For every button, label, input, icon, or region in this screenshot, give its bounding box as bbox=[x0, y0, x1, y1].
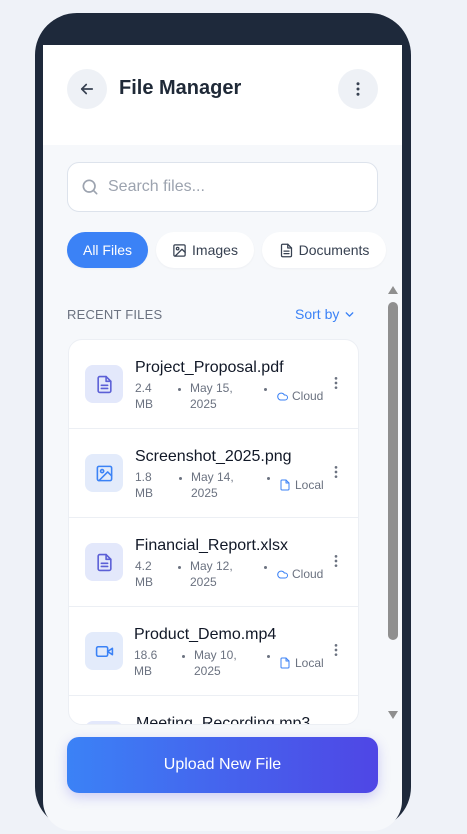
file-source: Local bbox=[279, 655, 324, 671]
file-row[interactable]: Meeting_Recording.mp3 bbox=[69, 696, 358, 725]
file-row[interactable]: Screenshot_2025.png 1.8 MB May 14, 2025 … bbox=[69, 429, 358, 518]
file-size: 18.6 MB bbox=[134, 648, 158, 678]
upload-new-file-button[interactable]: Upload New File bbox=[67, 737, 378, 793]
source-label: Cloud bbox=[292, 389, 324, 403]
separator-dot bbox=[264, 566, 267, 569]
phone-frame: File Manager Search files... All Files I… bbox=[35, 13, 411, 831]
search-input[interactable]: Search files... bbox=[67, 162, 378, 212]
file-type-badge bbox=[85, 721, 123, 724]
scrollbar-thumb[interactable] bbox=[388, 302, 398, 640]
separator-dot bbox=[267, 477, 270, 480]
file-name: Meeting_Recording.mp3 bbox=[136, 715, 311, 725]
file-size: 2.4 MB bbox=[135, 381, 153, 411]
filter-all-files[interactable]: All Files bbox=[67, 232, 148, 268]
video-icon bbox=[95, 645, 113, 657]
upload-label: Upload New File bbox=[163, 756, 282, 773]
filter-documents[interactable]: Documents bbox=[262, 232, 386, 268]
scrollbar[interactable] bbox=[387, 285, 401, 725]
document-icon bbox=[280, 243, 292, 257]
page-title: File Manager bbox=[119, 77, 242, 99]
file-icon bbox=[280, 479, 290, 491]
search-icon bbox=[82, 179, 98, 195]
more-vertical-icon bbox=[356, 82, 360, 96]
file-row[interactable]: Product_Demo.mp4 18.6 MB May 10, 2025 Lo… bbox=[69, 607, 358, 696]
file-name: Project_Proposal.pdf bbox=[135, 359, 284, 376]
more-vertical-icon[interactable] bbox=[328, 552, 344, 570]
document-icon bbox=[96, 553, 112, 571]
app-screen: File Manager Search files... All Files I… bbox=[43, 45, 402, 831]
filter-label: Images bbox=[192, 242, 238, 258]
file-row[interactable]: Project_Proposal.pdf 2.4 MB May 15, 2025… bbox=[69, 340, 358, 429]
cloud-icon bbox=[277, 570, 288, 579]
more-vertical-icon[interactable] bbox=[328, 463, 344, 481]
separator-dot bbox=[178, 388, 181, 391]
file-date: May 10, 2025 bbox=[194, 648, 237, 678]
file-date: May 12, 2025 bbox=[190, 559, 233, 589]
chevron-down-icon bbox=[345, 311, 354, 317]
separator-dot bbox=[179, 477, 182, 480]
file-source: Cloud bbox=[276, 388, 323, 404]
sort-by-button[interactable]: Sort by bbox=[295, 306, 356, 322]
filter-label: All Files bbox=[82, 242, 132, 258]
more-vertical-icon[interactable] bbox=[328, 641, 344, 659]
file-source: Cloud bbox=[276, 566, 323, 582]
scroll-up-arrow-icon[interactable] bbox=[387, 285, 399, 295]
source-label: Cloud bbox=[292, 567, 324, 581]
file-type-badge bbox=[85, 543, 123, 581]
arrow-left-icon bbox=[80, 83, 94, 95]
filter-images[interactable]: Images bbox=[156, 232, 254, 268]
file-size: 1.8 MB bbox=[135, 470, 153, 500]
separator-dot bbox=[182, 655, 185, 658]
source-label: Local bbox=[295, 656, 324, 670]
more-vertical-icon[interactable] bbox=[328, 374, 344, 392]
file-name: Financial_Report.xlsx bbox=[135, 537, 288, 554]
search-placeholder: Search files... bbox=[108, 178, 205, 195]
document-icon bbox=[96, 375, 112, 393]
file-row[interactable]: Financial_Report.xlsx 4.2 MB May 12, 202… bbox=[69, 518, 358, 607]
filter-label: Documents bbox=[298, 242, 370, 258]
cloud-icon bbox=[277, 392, 288, 401]
source-label: Local bbox=[295, 478, 324, 492]
more-options-button[interactable] bbox=[338, 69, 378, 109]
separator-dot bbox=[264, 388, 267, 391]
file-list: Project_Proposal.pdf 2.4 MB May 15, 2025… bbox=[68, 339, 359, 725]
separator-dot bbox=[267, 655, 270, 658]
file-type-badge bbox=[85, 454, 123, 492]
sort-label: Sort by bbox=[295, 306, 340, 322]
scroll-down-arrow-icon[interactable] bbox=[387, 710, 399, 720]
file-size: 4.2 MB bbox=[135, 559, 153, 589]
file-date: May 14, 2025 bbox=[191, 470, 234, 500]
file-icon bbox=[280, 657, 290, 669]
separator-dot bbox=[178, 566, 181, 569]
image-icon bbox=[173, 243, 186, 257]
file-name: Screenshot_2025.png bbox=[135, 448, 292, 465]
file-type-badge bbox=[85, 365, 123, 403]
image-icon bbox=[96, 465, 112, 481]
app-header: File Manager bbox=[43, 45, 402, 145]
file-source: Local bbox=[279, 477, 324, 493]
back-button[interactable] bbox=[67, 69, 107, 109]
file-date: May 15, 2025 bbox=[190, 381, 233, 411]
file-type-badge bbox=[85, 632, 123, 670]
section-title: RECENT FILES bbox=[67, 307, 163, 322]
file-name: Product_Demo.mp4 bbox=[134, 626, 277, 643]
